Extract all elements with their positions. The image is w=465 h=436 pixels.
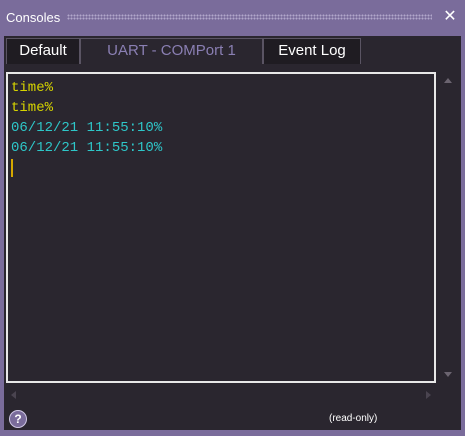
text-cursor	[11, 159, 13, 177]
tab-uart-comport-1[interactable]: UART - COMPort 1	[80, 38, 263, 64]
arrow-up-icon[interactable]	[444, 78, 452, 83]
console-output[interactable]: time% time% 06/12/21 11:55:10% 06/12/21 …	[6, 72, 436, 383]
tab-default[interactable]: Default	[6, 38, 80, 64]
status-bar: ? (read-only)	[4, 408, 461, 430]
arrow-right-icon[interactable]	[426, 391, 431, 399]
console-line: time%	[11, 80, 54, 96]
vertical-scrollbar[interactable]	[438, 72, 457, 383]
arrow-down-icon[interactable]	[444, 372, 452, 377]
tab-strip: Default UART - COMPort 1 Event Log	[4, 36, 461, 66]
read-only-label: (read-only)	[329, 413, 378, 424]
consoles-window: Consoles ✕ Default UART - COMPort 1 Even…	[0, 0, 465, 436]
drag-grip[interactable]	[67, 14, 432, 20]
help-icon[interactable]: ?	[9, 410, 27, 428]
console-frame: time% time% 06/12/21 11:55:10% 06/12/21 …	[4, 66, 461, 408]
close-icon[interactable]: ✕	[441, 8, 459, 26]
console-line: 06/12/21 11:55:10%	[11, 120, 163, 136]
horizontal-scrollbar[interactable]	[6, 385, 438, 405]
arrow-left-icon[interactable]	[11, 391, 16, 399]
console-line: time%	[11, 100, 54, 116]
tab-event-log[interactable]: Event Log	[263, 38, 361, 64]
title-bar[interactable]: Consoles ✕	[0, 0, 465, 36]
window-title: Consoles	[6, 10, 61, 25]
console-line: 06/12/21 11:55:10%	[11, 140, 163, 156]
